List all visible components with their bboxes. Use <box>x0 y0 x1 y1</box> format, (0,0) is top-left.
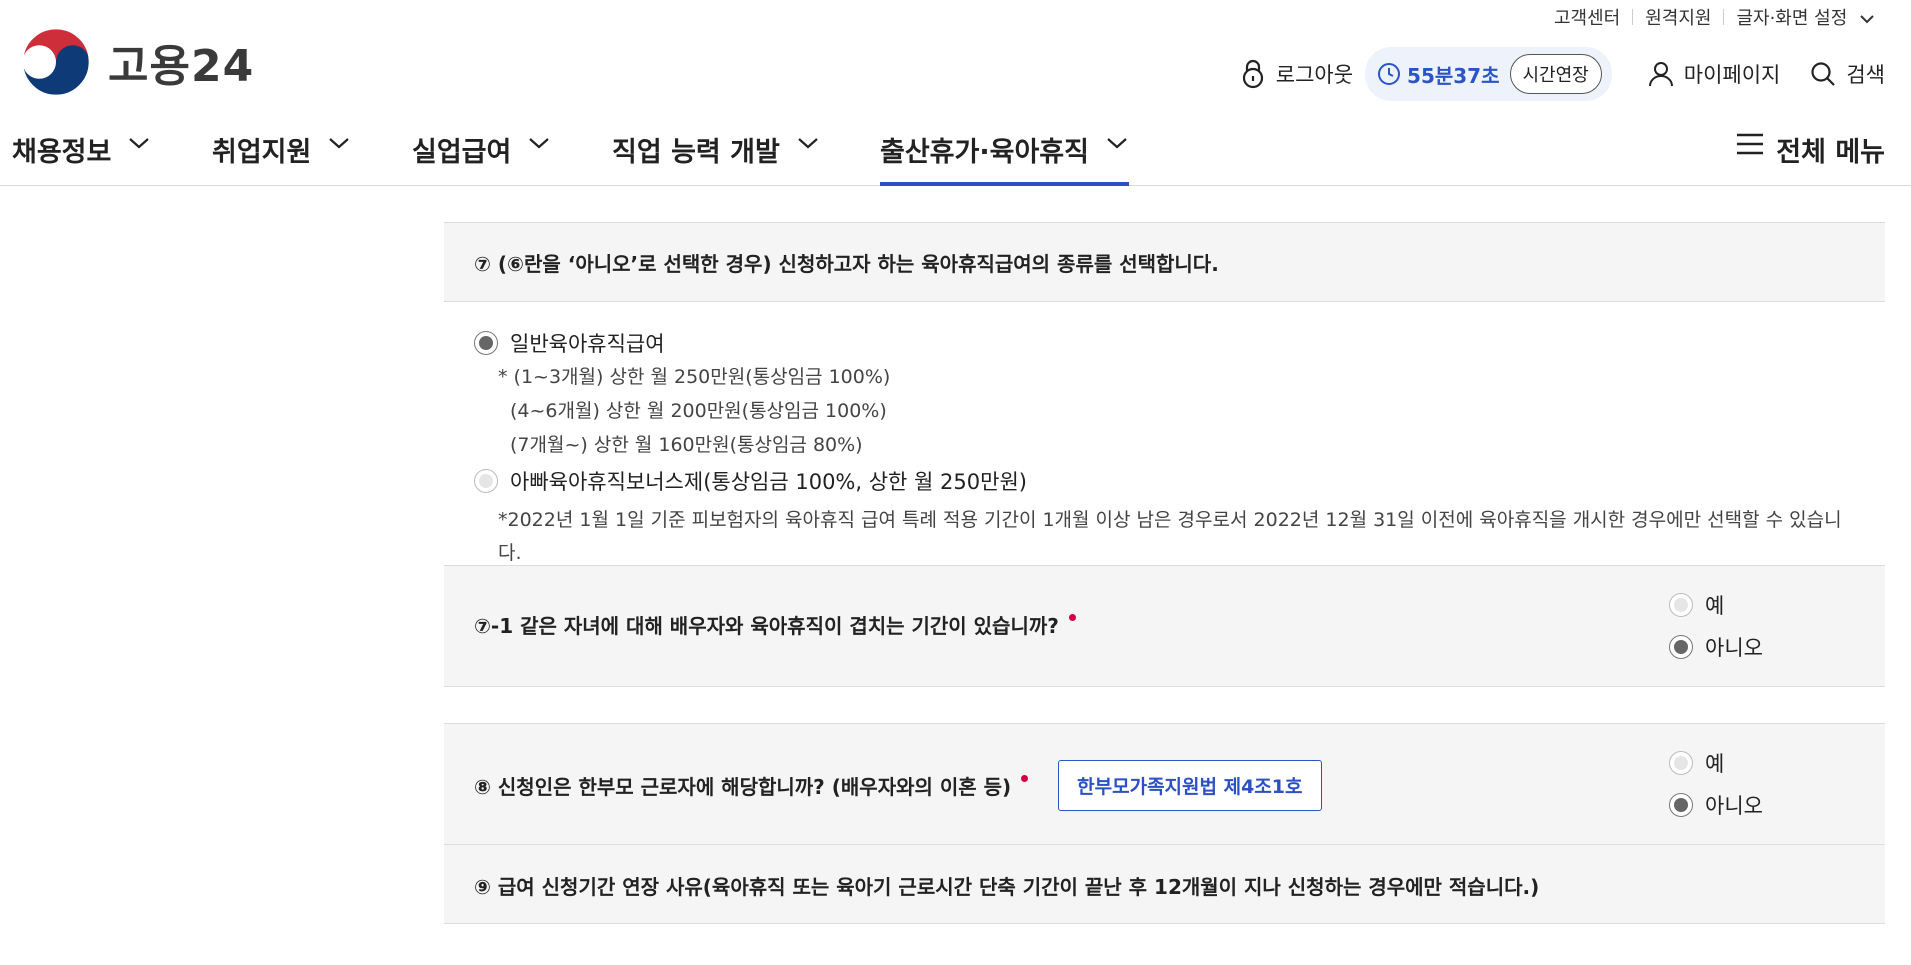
remote-support-link[interactable]: 원격지원 <box>1633 4 1723 30</box>
law-reference-button[interactable]: 한부모가족지원법 제4조1호 <box>1058 760 1322 811</box>
header-actions: 로그아웃 55분37초 시간연장 마이페이지 검색 <box>1240 47 1885 101</box>
required-indicator <box>1021 775 1029 782</box>
logout-label: 로그아웃 <box>1275 63 1354 87</box>
search-label: 검색 <box>1846 63 1885 87</box>
option-label: 아빠육아휴직보너스제(통상임금 100%, 상한 월 250만원) <box>510 470 1027 494</box>
customer-center-link[interactable]: 고객센터 <box>1542 4 1632 30</box>
chevron-down-icon <box>1107 138 1127 149</box>
radio-unchecked[interactable] <box>1669 751 1693 775</box>
radio-checked[interactable] <box>1669 635 1693 659</box>
chevron-down-icon <box>329 138 350 149</box>
question-7-options: 일반육아휴직급여 * (1~3개월) 상한 월 250만원(통상임금 100%)… <box>444 302 1885 565</box>
option-yes[interactable]: 예 <box>1669 584 1763 626</box>
logo-text: 고용24 <box>108 41 255 92</box>
required-indicator <box>1068 614 1076 621</box>
option-label: 아니오 <box>1705 794 1763 818</box>
option-no[interactable]: 아니오 <box>1669 784 1763 826</box>
chevron-down-icon <box>798 138 818 149</box>
nav-item-label: 채용정보 <box>12 137 112 168</box>
question-7-title: ⑦ (⑥란을 ‘아니오’로 선택한 경우) 신청하고자 하는 육아휴직급여의 종… <box>474 251 1219 276</box>
radio-unchecked[interactable] <box>474 469 498 493</box>
question-7-1-title: ⑦-1 같은 자녀에 대해 배우자와 육아휴직이 겹치는 기간이 있습니까? <box>474 610 1076 639</box>
question-8: ⑧ 신청인은 한부모 근로자에 해당합니까? (배우자와의 이혼 등) 한부모가… <box>444 723 1885 845</box>
radio-checked[interactable] <box>474 331 498 355</box>
radio-unchecked[interactable] <box>1669 593 1693 617</box>
main-navigation: 채용정보 취업지원 실업급여 직업 능력 개발 출산휴가·육아휴직 전체 메뉴 <box>0 130 1911 186</box>
nav-item-unemployment-benefit[interactable]: 실업급여 <box>412 130 551 185</box>
session-timer: 55분37초 시간연장 <box>1365 47 1612 101</box>
nav-item-employment-support[interactable]: 취업지원 <box>212 130 351 185</box>
timer-value: 55분37초 <box>1407 63 1500 88</box>
option-label: 예 <box>1705 594 1725 618</box>
benefit-note: (7개월~) 상한 월 160만원(통상임금 80%) <box>510 434 863 456</box>
radio-checked[interactable] <box>1669 793 1693 817</box>
all-menu-button[interactable]: 전체 메뉴 <box>1736 130 1885 169</box>
display-settings-label: 글자·화면 설정 <box>1736 8 1848 29</box>
question-7-header: ⑦ (⑥란을 ‘아니오’로 선택한 경우) 신청하고자 하는 육아휴직급여의 종… <box>444 222 1885 302</box>
benefit-note: * (1~3개월) 상한 월 250만원(통상임금 100%) <box>498 366 891 388</box>
nav-item-skills-development[interactable]: 직업 능력 개발 <box>612 130 820 185</box>
chevron-down-icon <box>1860 15 1874 24</box>
mypage-link[interactable]: 마이페이지 <box>1648 59 1781 89</box>
all-menu-label: 전체 메뉴 <box>1776 137 1885 168</box>
option-label: 일반육아휴직급여 <box>510 332 665 356</box>
search-icon <box>1811 62 1836 86</box>
hamburger-menu-icon <box>1737 133 1764 155</box>
question-9-title: ⑨ 급여 신청기간 연장 사유(육아휴직 또는 육아기 근로시간 단축 기간이 … <box>474 871 1539 900</box>
nav-item-label: 출산휴가·육아휴직 <box>880 137 1089 168</box>
mypage-label: 마이페이지 <box>1683 63 1781 87</box>
benefit-note: (4~6개월) 상한 월 200만원(통상임금 100%) <box>510 400 887 422</box>
option-label: 아니오 <box>1705 636 1763 660</box>
taegeuk-emblem-icon <box>18 24 94 100</box>
option-general-leave-benefit[interactable]: 일반육아휴직급여 <box>474 326 1855 360</box>
clock-icon <box>1378 63 1401 85</box>
question-text: ⑦-1 같은 자녀에 대해 배우자와 육아휴직이 겹치는 기간이 있습니까? <box>474 614 1059 638</box>
nav-item-jobs[interactable]: 채용정보 <box>12 130 151 185</box>
question-7-1: ⑦-1 같은 자녀에 대해 배우자와 육아휴직이 겹치는 기간이 있습니까? 예… <box>444 565 1885 687</box>
nav-item-label: 직업 능력 개발 <box>612 137 780 168</box>
logout-button[interactable]: 로그아웃 <box>1240 59 1353 89</box>
yes-no-group: 예 아니오 <box>1669 742 1763 826</box>
question-text: ⑧ 신청인은 한부모 근로자에 해당합니까? (배우자와의 이혼 등) <box>474 775 1012 799</box>
daddy-bonus-note: *2022년 1월 1일 기준 피보험자의 육아휴직 급여 특례 적용 기간이 … <box>498 509 1842 564</box>
display-settings-link[interactable]: 글자·화면 설정 <box>1724 4 1887 30</box>
utility-bar: 고객센터 원격지원 글자·화면 설정 <box>1542 4 1887 30</box>
user-icon <box>1648 62 1673 87</box>
site-logo[interactable]: 고용24 <box>18 24 254 100</box>
question-8-title: ⑧ 신청인은 한부모 근로자에 해당합니까? (배우자와의 이혼 등) 한부모가… <box>474 760 1322 811</box>
option-label: 예 <box>1705 752 1725 776</box>
application-form: ⑦ (⑥란을 ‘아니오’로 선택한 경우) 신청하고자 하는 육아휴직급여의 종… <box>444 222 1885 924</box>
question-9: ⑨ 급여 신청기간 연장 사유(육아휴직 또는 육아기 근로시간 단축 기간이 … <box>444 845 1885 924</box>
nav-item-parental-leave[interactable]: 출산휴가·육아휴직 <box>880 130 1129 186</box>
option-daddy-bonus[interactable]: 아빠육아휴직보너스제(통상임금 100%, 상한 월 250만원) <box>474 464 1855 498</box>
nav-item-label: 취업지원 <box>212 137 312 168</box>
chevron-down-icon <box>529 138 550 149</box>
question-text: ⑨ 급여 신청기간 연장 사유(육아휴직 또는 육아기 근로시간 단축 기간이 … <box>474 875 1540 899</box>
search-button[interactable]: 검색 <box>1810 59 1885 89</box>
lock-icon <box>1242 59 1263 89</box>
nav-item-label: 실업급여 <box>412 137 512 168</box>
extend-session-button[interactable]: 시간연장 <box>1509 54 1602 94</box>
option-yes[interactable]: 예 <box>1669 742 1763 784</box>
yes-no-group: 예 아니오 <box>1669 584 1763 668</box>
chevron-down-icon <box>129 138 150 149</box>
option-no[interactable]: 아니오 <box>1669 626 1763 668</box>
